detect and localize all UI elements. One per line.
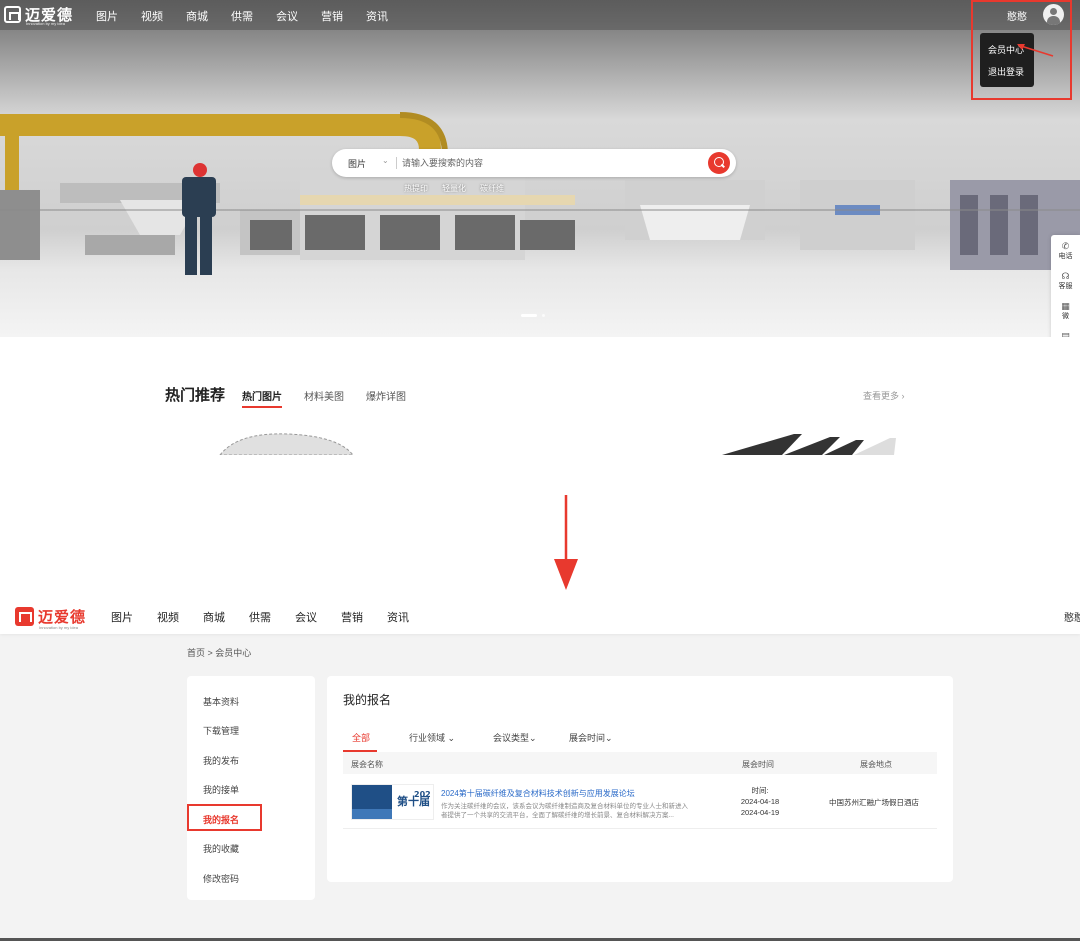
top-navbar: 迈爱德 Innovation by my idea 图片 视频 商城 供需 会议… [0,0,1080,30]
thumbnail-year: 202 [414,790,431,799]
logo-icon [15,607,34,626]
filter-industry[interactable]: 行业领域 ⌄ [409,731,455,744]
hot-word[interactable]: 碳纤维 [480,183,504,194]
menu-item-change-password[interactable]: 修改密码 [203,872,239,885]
tab-hot-images[interactable]: 热门图片 [242,388,282,408]
carousel-dot-active[interactable] [521,314,537,317]
carousel-dot[interactable] [542,314,545,317]
logo-text: 迈爱德 [38,609,87,626]
search-bar: 图片 ⌄ [332,149,736,177]
nav-item-conference[interactable]: 会议 [295,609,317,625]
menu-item-profile[interactable]: 基本资料 [203,695,239,708]
arrow-down-icon [554,495,578,590]
search-type-select[interactable]: 图片 [348,157,366,170]
logo-icon [4,6,21,23]
logo-tagline: Innovation by my idea [26,21,65,26]
hot-word[interactable]: 轻量化 [442,183,466,194]
highlight-box [187,804,262,831]
filter-exhibition-time[interactable]: 展会时间⌄ [569,731,613,744]
tab-exploded-views[interactable]: 爆炸详图 [366,388,406,408]
column-header: 展会地点 [860,760,892,769]
site-logo[interactable]: 迈爱德 Innovation by my idea [15,606,87,630]
start-date: 2024-04-18 [740,797,780,806]
homepage-screenshot: 迈爱德 Innovation by my idea 图片 视频 商城 供需 会议… [0,0,1080,455]
menu-item-my-orders[interactable]: 我的接单 [203,783,239,796]
conference-location: 中国苏州汇融广场假日酒店 [829,798,919,807]
main-nav: 图片 视频 商城 供需 会议 营销 资讯 [96,8,411,24]
table-row[interactable]: 第十届 202 2024第十届碳纤维及复合材料技术创新与应用发展论坛 作为关注碳… [343,774,937,829]
phone-icon: ✆ [1061,241,1070,251]
nav-item-supply[interactable]: 供需 [249,609,271,625]
nav-item-mall[interactable]: 商城 [203,609,225,625]
member-sidebar-menu: 基本资料 下载管理 我的发布 我的接单 我的报名 我的收藏 修改密码 [187,676,315,900]
hot-recommend-section: 热门推荐 热门图片 材料美图 爆炸详图 查看更多 › [0,337,1080,455]
search-input[interactable] [402,155,692,171]
conference-thumbnail[interactable]: 第十届 202 [351,784,434,820]
main-nav: 图片 视频 商城 供需 会议 营销 资讯 [111,609,433,625]
menu-item-downloads[interactable]: 下载管理 [203,724,239,737]
nav-item-images[interactable]: 图片 [96,8,118,24]
breadcrumb: 首页 > 会员中心 [187,648,252,658]
column-header: 展会名称 [351,760,383,769]
product-thumbnail[interactable] [218,432,358,455]
member-center-screenshot: 迈爱德 Innovation by my idea 图片 视频 商城 供需 会议… [0,599,1080,941]
nav-item-marketing[interactable]: 营销 [341,609,363,625]
sidebar-label: 电话 [1058,253,1073,260]
menu-item-favorites[interactable]: 我的收藏 [203,842,239,855]
sidebar-wechat[interactable]: ▦ 微 [1051,301,1080,321]
nav-item-conference[interactable]: 会议 [276,8,298,24]
chevron-down-icon: ⌄ [382,156,389,165]
nav-item-mall[interactable]: 商城 [186,8,208,24]
search-icon[interactable] [708,152,730,174]
nav-item-news[interactable]: 资讯 [387,609,409,625]
hot-search-words: 热提印 轻量化 碳纤维 [404,183,504,194]
view-more-link[interactable]: 查看更多 › [863,389,905,402]
time-label: 时间: [751,786,769,795]
tab-material-images[interactable]: 材料美图 [304,388,344,408]
hot-word[interactable]: 热提印 [404,183,428,194]
registrations-panel: 我的报名 全部 行业领域 ⌄ 会议类型⌄ 展会时间⌄ 展会名称 展会时间 展会地… [327,676,953,882]
factory-machines-illustration [0,112,1080,275]
headset-icon: ☊ [1061,271,1070,281]
conference-time: 时间: 2024-04-18 2024-04-19 [740,785,780,818]
page-title: 我的报名 [343,693,392,707]
table-header: 展会名称 展会时间 展会地点 [343,752,937,774]
logo-tagline: Innovation by my idea [39,625,78,630]
column-header: 展会时间 [742,760,774,769]
filter-conference-type[interactable]: 会议类型⌄ [493,731,537,744]
filter-all[interactable]: 全部 [352,731,370,744]
end-date: 2024-04-19 [740,808,780,817]
menu-item-my-posts[interactable]: 我的发布 [203,754,239,767]
top-navbar: 迈爱德 Innovation by my idea 图片 视频 商城 供需 会议… [0,599,1080,634]
nav-item-images[interactable]: 图片 [111,609,133,625]
thumbnail-image: 第十届 202 [352,785,433,819]
user-name[interactable]: 憨憨 [1064,609,1080,624]
sidebar-label: 微 [1062,313,1069,320]
nav-item-marketing[interactable]: 营销 [321,8,343,24]
nav-item-videos[interactable]: 视频 [157,609,179,625]
carousel-indicators [521,314,545,317]
qrcode-icon: ▦ [1061,301,1070,311]
site-logo[interactable]: 迈爱德 Innovation by my idea [4,4,73,26]
section-title: 热门推荐 [165,387,226,404]
hot-tabs: 热门图片 材料美图 爆炸详图 [242,388,406,408]
search-divider [396,157,397,169]
product-thumbnail[interactable] [722,432,897,455]
nav-item-news[interactable]: 资讯 [366,8,388,24]
sidebar-service[interactable]: ☊ 客服 [1051,271,1080,291]
highlight-box [971,0,1072,100]
nav-item-videos[interactable]: 视频 [141,8,163,24]
sidebar-phone[interactable]: ✆ 电话 [1051,241,1080,261]
conference-description: 作为关注碳纤维的会议，该系会议为碳纤维制造商及复合材料单位的专业人士和新进入者提… [441,803,688,819]
filter-tabs: 全部 行业领域 ⌄ 会议类型⌄ 展会时间⌄ [343,731,937,753]
sidebar-label: 客服 [1058,283,1073,290]
nav-item-supply[interactable]: 供需 [231,8,253,24]
conference-title-link[interactable]: 2024第十届碳纤维及复合材料技术创新与应用发展论坛 [441,788,635,799]
